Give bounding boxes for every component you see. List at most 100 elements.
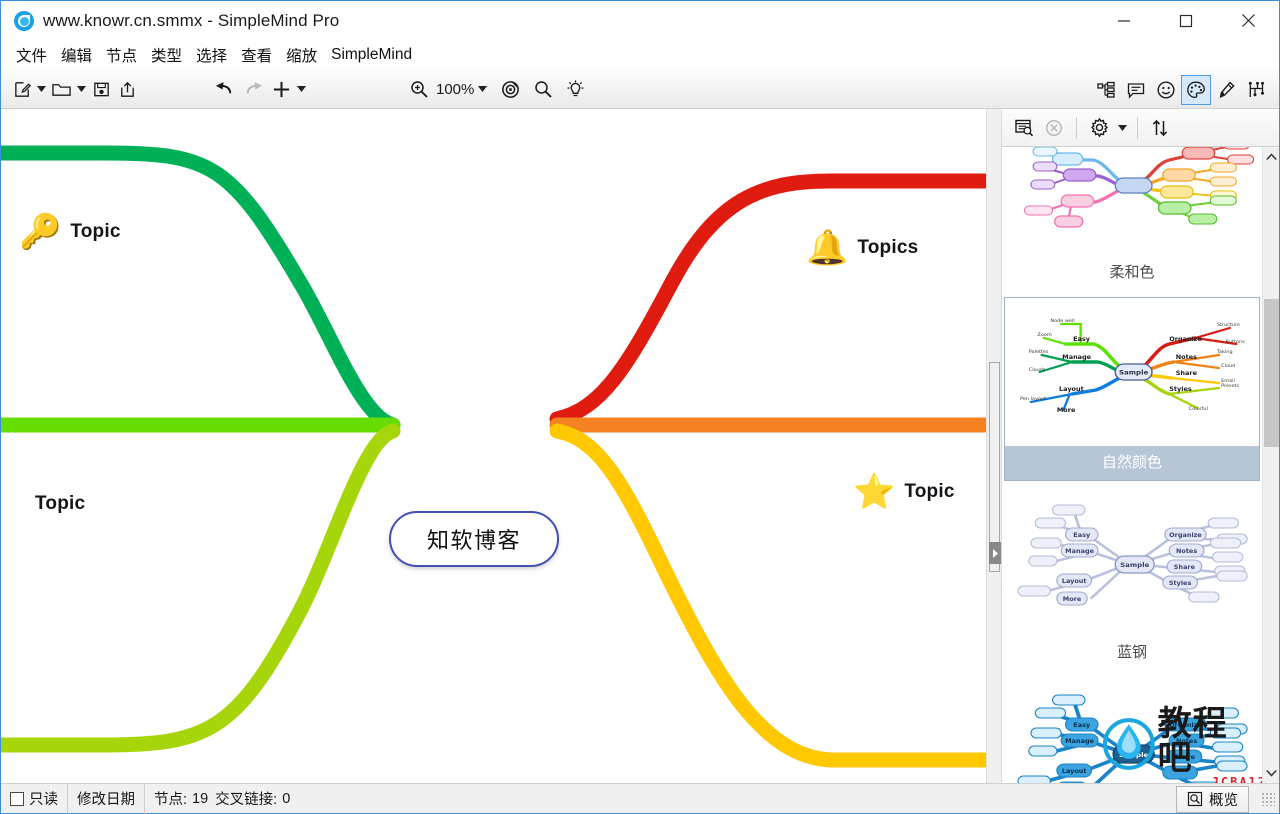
- svg-text:Colorful: Colorful: [1189, 406, 1208, 412]
- chevron-up-icon[interactable]: [1263, 147, 1280, 167]
- note-balloon-button[interactable]: [1121, 75, 1151, 105]
- theme-thumbnail: [1005, 147, 1259, 256]
- undo-button[interactable]: [210, 74, 239, 104]
- bell-icon: 🔔: [806, 229, 849, 267]
- readonly-toggle[interactable]: 只读: [1, 783, 68, 814]
- svg-text:Manage: Manage: [1065, 548, 1094, 555]
- open-file-caret-icon[interactable]: [75, 86, 88, 92]
- smiley-button[interactable]: [1151, 75, 1181, 105]
- svg-text:Sample: Sample: [1119, 369, 1149, 377]
- theme-thumbnail: Sample Easy Manage Layout More: [1005, 488, 1259, 636]
- style-palette-button[interactable]: [1181, 74, 1211, 105]
- overview-page-icon: [1187, 791, 1203, 807]
- central-node[interactable]: 知软博客: [389, 511, 559, 567]
- zoom-level-label[interactable]: 100%: [432, 81, 476, 98]
- window-title: www.knowr.cn.smmx - SimpleMind Pro: [43, 10, 340, 30]
- style-panel-scrollbar[interactable]: [1262, 147, 1279, 783]
- modified-date-cell[interactable]: 修改日期: [68, 783, 145, 814]
- svg-text:Manage: Manage: [1062, 354, 1091, 361]
- node-label: Topic: [904, 481, 955, 502]
- menu-bar: 文件 编辑 节点 类型 选择 查看 缩放 SimpleMind: [1, 40, 1279, 70]
- style-theme-list[interactable]: 柔和色 Sample Easy Manage Layout More Organ…: [1002, 147, 1279, 783]
- edit-style-sheet-button[interactable]: [1010, 114, 1038, 142]
- menu-item-file[interactable]: 文件: [9, 41, 54, 69]
- focus-target-button[interactable]: [497, 74, 524, 104]
- workspace: 知软博客 🔑 Topic Topic 🐦 Topic 🔔 Topics ⭐ To…: [1, 109, 1279, 783]
- node-topic-right-middle[interactable]: ⭐ Topic: [853, 475, 955, 509]
- toolbar-right-group: [1091, 70, 1271, 109]
- highlight-lightbulb-button[interactable]: [562, 74, 589, 104]
- menu-item-view[interactable]: 查看: [234, 41, 279, 69]
- theme-card-blue[interactable]: Sample Easy Manage Layout More: [1004, 677, 1260, 783]
- menu-item-node[interactable]: 节点: [99, 41, 144, 69]
- open-file-button[interactable]: [48, 74, 75, 104]
- svg-text:Notes: Notes: [1176, 548, 1197, 555]
- theme-card-bluesteel[interactable]: Sample Easy Manage Layout More Organize …: [1004, 487, 1260, 671]
- svg-text:Layout: Layout: [1062, 768, 1087, 775]
- svg-text:Sample: Sample: [1119, 751, 1149, 759]
- svg-text:Layout: Layout: [1059, 386, 1084, 393]
- svg-text:Presets: Presets: [1221, 383, 1240, 389]
- main-toolbar: 100%: [1, 70, 1279, 109]
- save-button[interactable]: [88, 74, 114, 104]
- outline-tree-button[interactable]: [1091, 75, 1121, 105]
- overview-label: 概览: [1209, 792, 1238, 809]
- svg-text:Node well: Node well: [1050, 318, 1074, 324]
- close-button[interactable]: [1217, 1, 1279, 40]
- theme-card-natural[interactable]: Sample Easy Manage Layout More Organize …: [1004, 297, 1260, 481]
- chevron-down-icon[interactable]: [1263, 763, 1280, 783]
- add-node-caret-icon[interactable]: [295, 86, 308, 92]
- style-theme-list-inner: 柔和色 Sample Easy Manage Layout More Organ…: [1002, 147, 1262, 783]
- svg-text:Sample: Sample: [1120, 561, 1150, 569]
- new-document-button[interactable]: [9, 74, 35, 104]
- maximize-button[interactable]: [1155, 1, 1217, 40]
- add-node-button[interactable]: [268, 74, 295, 104]
- node-topic-left-middle[interactable]: Topic: [35, 493, 85, 515]
- zoom-caret-icon[interactable]: [476, 86, 489, 92]
- status-bar: 只读 修改日期 节点: 19 交叉链接: 0 概览: [1, 783, 1279, 814]
- node-topic-left-top[interactable]: 🔑 Topic: [19, 215, 121, 249]
- minimize-button[interactable]: [1093, 1, 1155, 40]
- remove-style-button[interactable]: [1040, 114, 1068, 142]
- readonly-checkbox[interactable]: [10, 791, 24, 806]
- zoom-in-button[interactable]: [406, 74, 432, 104]
- svg-text:Share: Share: [1174, 564, 1195, 571]
- svg-text:Styles: Styles: [1169, 580, 1192, 587]
- theme-card-pastel[interactable]: 柔和色: [1004, 147, 1260, 291]
- style-panel-scroll-thumb[interactable]: [1264, 299, 1279, 447]
- svg-text:Palettes: Palettes: [1029, 349, 1049, 355]
- status-bar-right: 概览: [1176, 784, 1279, 814]
- new-document-caret-icon[interactable]: [35, 86, 48, 92]
- theme-thumbnail: Sample Easy Manage Layout More: [1005, 678, 1259, 783]
- overview-button[interactable]: 概览: [1176, 785, 1249, 813]
- menu-item-type[interactable]: 类型: [144, 41, 189, 69]
- panel-toolbar-separator-2: [1137, 116, 1138, 139]
- crosslinks-count: 0: [282, 790, 291, 807]
- canvas-vertical-scrollbar[interactable]: [986, 109, 1001, 783]
- brush-button[interactable]: [1211, 75, 1241, 105]
- sort-updown-button[interactable]: [1146, 114, 1174, 142]
- style-settings-caret-icon[interactable]: [1115, 114, 1129, 142]
- redo-button[interactable]: [239, 74, 268, 104]
- node-topics-right-top[interactable]: 🔔 Topics: [806, 231, 918, 265]
- window-controls: [1093, 1, 1279, 40]
- app-logo-icon: [14, 10, 34, 31]
- svg-text:More: More: [1063, 596, 1081, 603]
- menu-item-simplemind[interactable]: SimpleMind: [324, 43, 419, 67]
- panel-splitter-handle[interactable]: [989, 542, 1001, 564]
- svg-text:Share: Share: [1176, 370, 1197, 377]
- svg-text:Buttons: Buttons: [1225, 339, 1245, 345]
- share-export-button[interactable]: [114, 74, 140, 104]
- layout-structure-button[interactable]: [1241, 75, 1271, 105]
- search-button[interactable]: [530, 74, 556, 104]
- crosslinks-label: 交叉链接:: [215, 792, 278, 808]
- style-settings-button[interactable]: [1085, 114, 1113, 142]
- menu-item-edit[interactable]: 编辑: [54, 41, 99, 69]
- menu-item-zoom[interactable]: 缩放: [279, 41, 324, 69]
- menu-item-select[interactable]: 选择: [189, 41, 234, 69]
- svg-text:Taking: Taking: [1216, 349, 1233, 355]
- mindmap-canvas[interactable]: 知软博客 🔑 Topic Topic 🐦 Topic 🔔 Topics ⭐ To…: [1, 109, 1002, 783]
- svg-text:Styles: Styles: [1169, 386, 1192, 393]
- canvas-scroll-thumb[interactable]: [989, 362, 1000, 572]
- resize-grip-icon[interactable]: [1261, 792, 1275, 806]
